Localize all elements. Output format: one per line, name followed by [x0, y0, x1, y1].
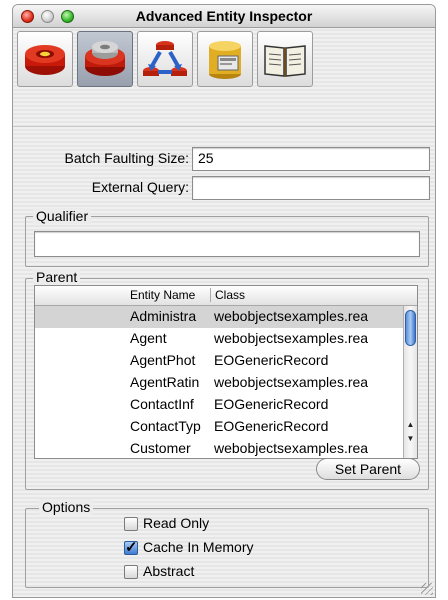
entity-name-cell: ContactInf — [130, 396, 194, 412]
entity-name-cell: Customer — [130, 440, 191, 456]
column-header-entity-name[interactable]: Entity Name — [130, 288, 195, 302]
class-cell: webobjectsexamples.rea — [214, 330, 369, 346]
toolbar-button-entity[interactable] — [17, 31, 73, 87]
table-row[interactable]: AgentRatin webobjectsexamples.rea — [35, 372, 405, 394]
toolbar-button-relationship[interactable] — [137, 31, 193, 87]
entity-name-cell: AgentPhot — [130, 352, 196, 368]
title-bar[interactable]: Advanced Entity Inspector — [13, 5, 435, 28]
class-cell: webobjectsexamples.rea — [214, 440, 369, 456]
class-cell: webobjectsexamples.rea — [214, 374, 369, 390]
entity-name-cell: Administra — [130, 308, 197, 324]
class-cell: EOGenericRecord — [214, 396, 329, 412]
set-parent-button[interactable]: Set Parent — [316, 458, 420, 480]
entity-red-disk-icon — [25, 45, 65, 75]
toolbar-button-stored-procedures[interactable] — [197, 31, 253, 87]
window-title: Advanced Entity Inspector — [135, 8, 313, 24]
table-row[interactable]: AgentPhot EOGenericRecord — [35, 350, 405, 372]
abstract-label: Abstract — [143, 563, 195, 579]
qualifier-field[interactable] — [34, 231, 420, 257]
table-row[interactable]: Administra webobjectsexamples.rea — [35, 306, 405, 328]
table-row[interactable]: Agent webobjectsexamples.rea — [35, 328, 405, 350]
cache-in-memory-label: Cache In Memory — [143, 539, 254, 555]
cache-in-memory-checkbox[interactable] — [124, 538, 138, 556]
table-row[interactable]: ContactInf EOGenericRecord — [35, 394, 405, 416]
scrollbar-thumb[interactable] — [405, 310, 416, 346]
relationship-arrows-icon — [143, 41, 187, 76]
inspector-toolbar — [13, 28, 435, 127]
external-query-label: External Query: — [91, 179, 189, 195]
batch-faulting-field[interactable]: 25 — [192, 147, 430, 171]
toolbar-button-advanced-entity[interactable] — [77, 31, 133, 87]
entity-gray-disk-icon — [85, 41, 125, 76]
entity-table[interactable]: Entity Name Class Administra webobjectse… — [34, 285, 418, 459]
inspector-window: Advanced Entity Inspector Batch Faulting… — [12, 4, 436, 598]
table-row[interactable]: ContactTyp EOGenericRecord — [35, 416, 405, 438]
table-row[interactable]: Customer webobjectsexamples.rea — [35, 438, 405, 458]
database-cylinder-icon — [209, 41, 241, 79]
read-only-checkbox[interactable] — [124, 517, 138, 531]
external-query-field[interactable] — [192, 176, 430, 200]
class-cell: EOGenericRecord — [214, 352, 329, 368]
scroll-down-arrow-icon[interactable]: ▼ — [404, 432, 417, 446]
batch-faulting-label: Batch Faulting Size: — [64, 150, 189, 166]
entity-name-cell: Agent — [130, 330, 167, 346]
table-header: Entity Name Class — [35, 286, 417, 306]
class-cell: EOGenericRecord — [214, 418, 329, 434]
abstract-checkbox[interactable] — [124, 565, 138, 579]
options-group-title: Options — [39, 499, 94, 515]
parent-group-title: Parent — [33, 269, 81, 285]
entity-name-cell: ContactTyp — [130, 418, 201, 434]
read-only-label: Read Only — [143, 515, 210, 531]
entity-name-cell: AgentRatin — [130, 374, 200, 390]
scroll-up-arrow-icon[interactable]: ▲ — [404, 418, 417, 432]
class-cell: webobjectsexamples.rea — [214, 308, 369, 324]
resize-grip[interactable] — [421, 583, 433, 595]
table-vertical-scrollbar[interactable]: ▲ ▼ — [403, 306, 417, 458]
qualifier-group-title: Qualifier — [33, 208, 92, 224]
toolbar-button-documentation[interactable] — [257, 31, 313, 87]
open-book-icon — [264, 45, 306, 77]
column-header-class[interactable]: Class — [210, 288, 245, 302]
